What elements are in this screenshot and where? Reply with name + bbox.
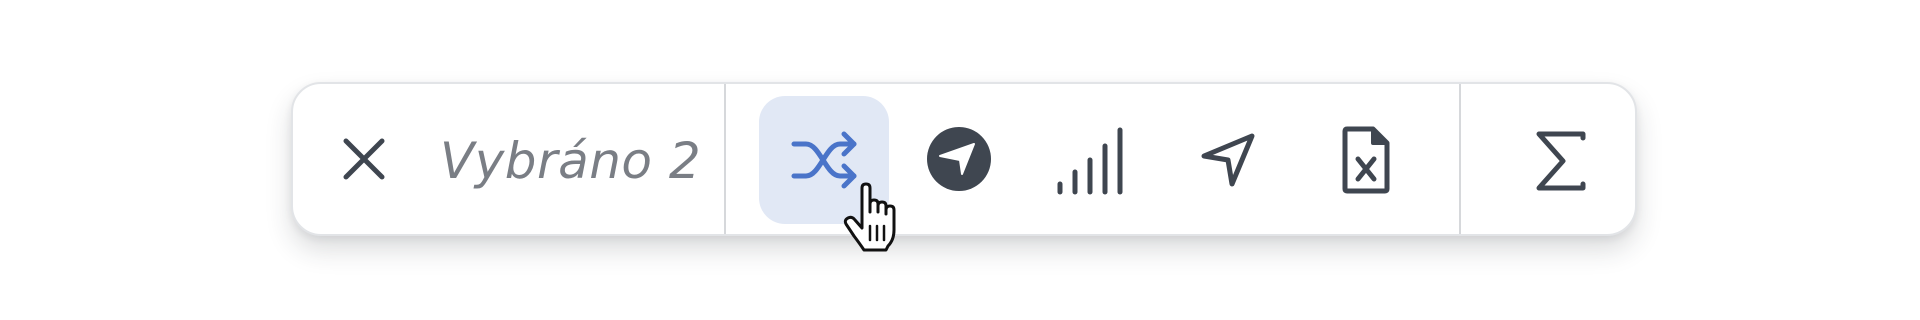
clear-selection-button[interactable] xyxy=(339,134,389,184)
close-icon xyxy=(343,138,385,180)
selection-count-label: Vybráno 2 xyxy=(440,132,702,190)
sigma-icon xyxy=(1536,131,1586,191)
sum-button[interactable] xyxy=(1533,130,1589,192)
export-excel-button[interactable] xyxy=(1341,126,1391,194)
navigation-arrow-icon xyxy=(1201,133,1255,187)
selection-toolbar: Vybráno 2 xyxy=(291,82,1637,236)
file-excel-icon xyxy=(1342,126,1390,194)
signal-bars-icon xyxy=(1057,127,1123,195)
navigation-circle-icon xyxy=(927,127,991,191)
hand-pointer-icon xyxy=(843,182,896,252)
signal-strength-button[interactable] xyxy=(1056,126,1134,196)
toolbar-divider xyxy=(724,84,726,234)
navigation-circle-button[interactable] xyxy=(926,126,992,192)
toolbar-divider xyxy=(1459,84,1461,234)
send-location-button[interactable] xyxy=(1198,130,1258,190)
